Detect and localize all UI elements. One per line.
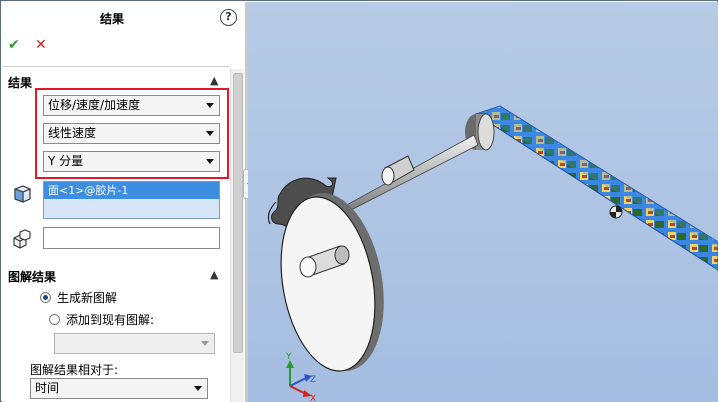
help-icon[interactable]: ? xyxy=(220,9,237,26)
dropdown-arrow-icon xyxy=(206,131,214,136)
ok-check-icon[interactable]: ✔ xyxy=(8,38,20,52)
scrollbar-thumb[interactable] xyxy=(233,73,243,353)
sub-type-select[interactable]: 线性速度 xyxy=(43,123,220,144)
chevron-up-icon[interactable]: ▲ xyxy=(210,269,218,280)
plot-section-header[interactable]: 图解结果 xyxy=(8,268,56,285)
property-manager-panel: 结果 ? ✔ ✕ 结果 ▲ 位移/速度/加速度 线性速度 Y 分量 面<1>@胶… xyxy=(2,2,245,402)
triad-z-label: Z xyxy=(310,375,316,385)
relative-to-label: 图解结果相对于: xyxy=(30,363,119,377)
film-strip-sheen xyxy=(476,106,718,248)
relative-to-value: 时间 xyxy=(35,381,60,395)
window-frame: 结果 ? ✔ ✕ 结果 ▲ 位移/速度/加速度 线性速度 Y 分量 面<1>@胶… xyxy=(0,0,718,402)
dropdown-arrow-icon xyxy=(206,159,214,164)
result-type-value: 位移/速度/加速度 xyxy=(48,98,141,112)
rear-roller-cap xyxy=(477,113,495,151)
new-plot-radio[interactable] xyxy=(40,292,51,303)
cancel-x-icon[interactable]: ✕ xyxy=(35,38,47,52)
crank-pin-end xyxy=(334,245,350,265)
new-plot-label[interactable]: 生成新图解 xyxy=(57,289,117,306)
results-section-header[interactable]: 结果 xyxy=(8,74,32,91)
reference-component-field[interactable] xyxy=(43,227,220,249)
reference-point-quadrant xyxy=(610,212,616,218)
face-select-icon xyxy=(14,185,31,203)
add-existing-radio[interactable] xyxy=(49,314,60,325)
dropdown-arrow-icon xyxy=(201,341,209,346)
dropdown-arrow-icon xyxy=(194,386,202,391)
selected-faces-list[interactable]: 面<1>@胶片-1 xyxy=(43,181,220,219)
shaft-collar-face xyxy=(381,166,395,186)
component-value: Y 分量 xyxy=(48,154,84,168)
add-existing-label[interactable]: 添加到现有图解: xyxy=(66,311,154,328)
chevron-up-icon[interactable]: ▲ xyxy=(210,75,218,86)
list-item[interactable]: 面<1>@胶片-1 xyxy=(44,182,219,199)
dropdown-arrow-icon xyxy=(206,103,214,108)
existing-plot-select[interactable] xyxy=(54,333,215,354)
coordinate-triad: Y Z X xyxy=(285,352,316,402)
component-ref-icon xyxy=(13,229,31,249)
crank-pin-face xyxy=(299,256,317,278)
panel-title: 结果 xyxy=(99,12,124,26)
divider xyxy=(2,66,230,67)
panel-scrollbar[interactable] xyxy=(230,69,244,402)
sub-type-value: 线性速度 xyxy=(48,126,97,140)
result-type-select[interactable]: 位移/速度/加速度 xyxy=(43,95,220,116)
triad-y-label: Y xyxy=(285,352,292,362)
assembly-model: Y Z X xyxy=(267,105,718,402)
graphics-viewport[interactable]: Y Z X xyxy=(248,2,718,402)
relative-to-select[interactable]: 时间 xyxy=(30,378,208,399)
triad-x-label: X xyxy=(310,394,316,402)
component-select[interactable]: Y 分量 xyxy=(43,151,220,172)
